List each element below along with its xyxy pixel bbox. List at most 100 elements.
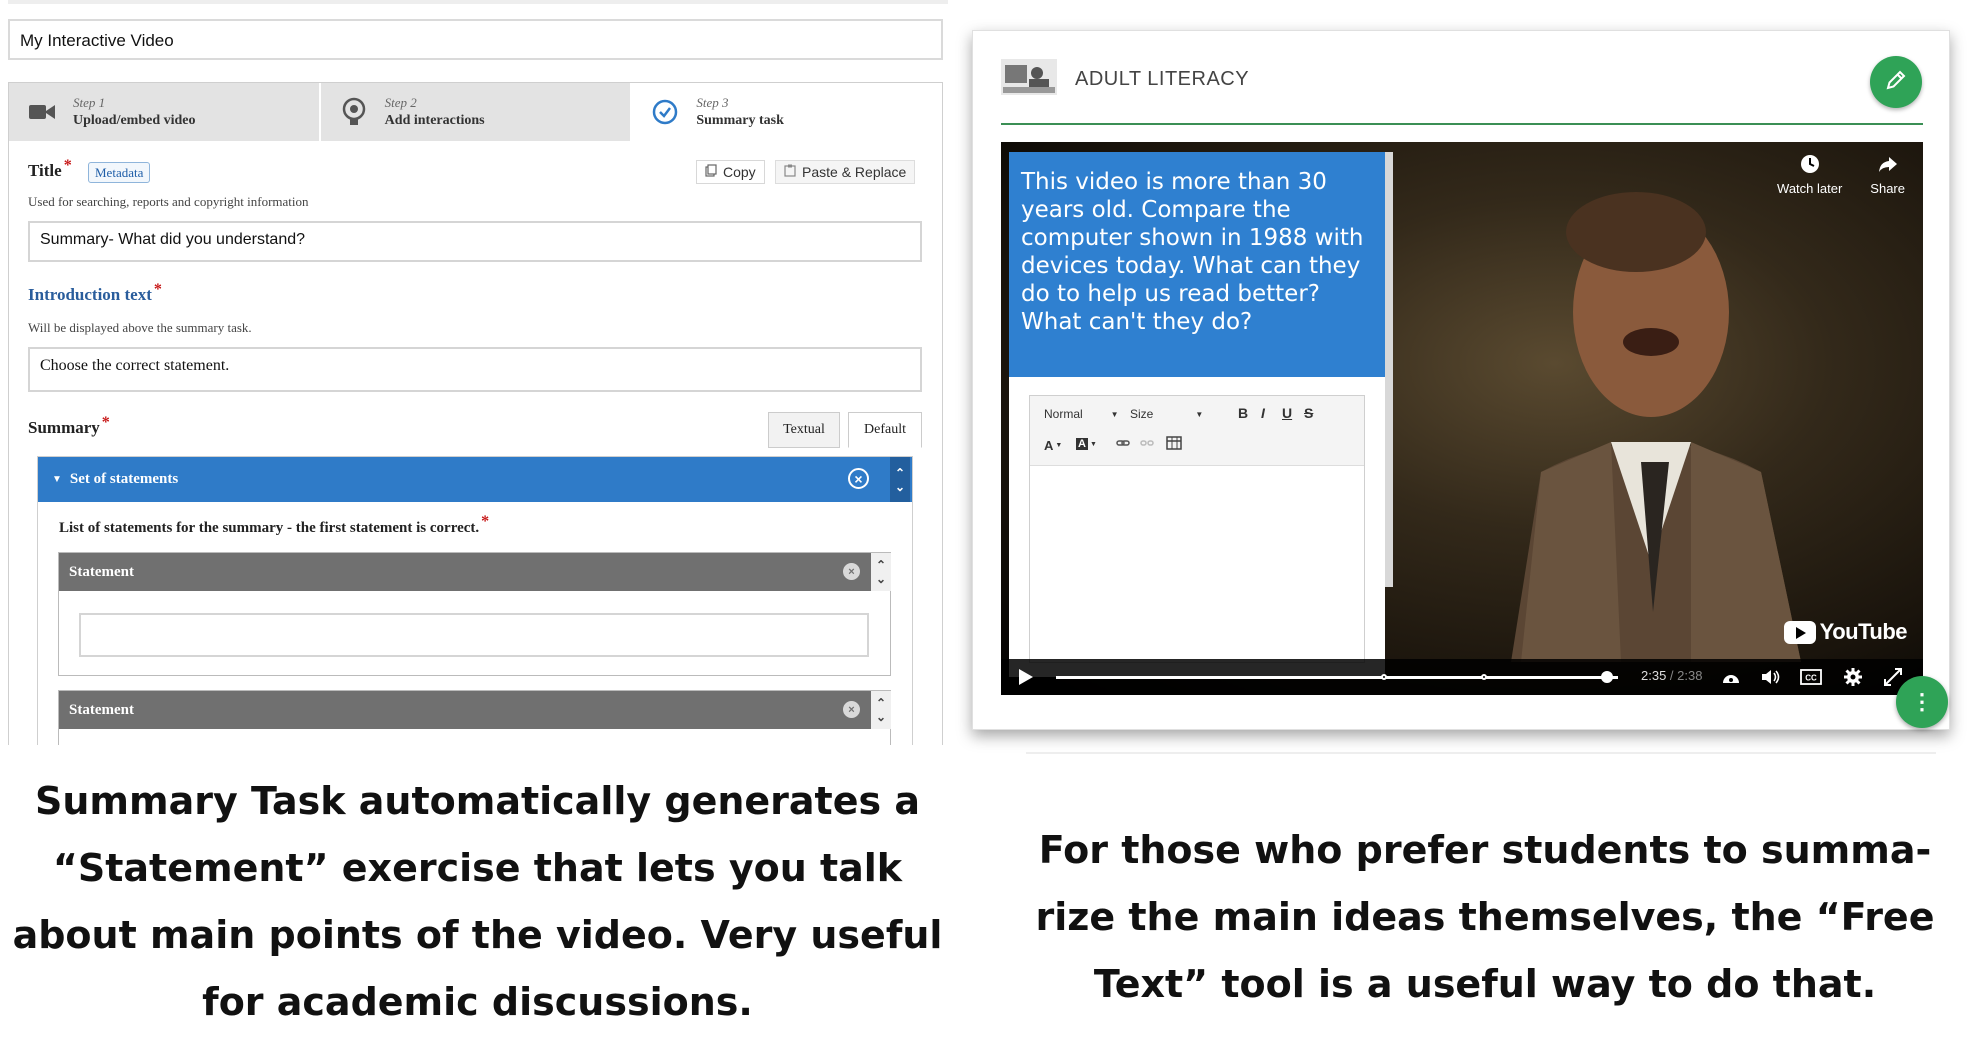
step-tab-summary[interactable]: Step 3 Summary task <box>632 83 943 141</box>
free-text-answer-panel: Normal ▼ Size ▼ B I U S A ▼ A ▼ <box>1009 377 1385 677</box>
course-thumbnail-icon <box>1001 59 1057 100</box>
video-frame-speaker <box>1511 192 1801 662</box>
reorder-arrows-icon[interactable]: ⌃ ⌄ <box>890 457 910 502</box>
video-title-field[interactable]: My Interactive Video <box>8 19 943 60</box>
strike-button[interactable]: S <box>1304 405 1313 421</box>
top-strip <box>8 0 948 4</box>
volume-icon[interactable] <box>1759 665 1783 689</box>
time-separator: / <box>1666 668 1678 683</box>
caption-free-text: For those who prefer students to summa- … <box>1035 828 1935 1006</box>
card-title: ADULT LITERACY <box>1075 68 1250 90</box>
intro-label: Introduction text * <box>28 281 162 305</box>
metadata-button[interactable]: Metadata <box>88 162 151 183</box>
statements-list-label: List of statements for the summary - the… <box>59 513 489 537</box>
statement-header[interactable]: Statement × ⌃ ⌄ <box>59 691 891 729</box>
step-number: Step 1 <box>73 95 106 110</box>
set-of-statements-header[interactable]: ▼ Set of statements × ⌃ ⌄ <box>38 457 912 502</box>
remove-statement-icon[interactable]: × <box>843 563 860 580</box>
intro-label-text: Introduction text <box>28 285 152 304</box>
size-dropdown[interactable]: Size ▼ <box>1130 407 1203 421</box>
statement-header[interactable]: Statement × ⌃ ⌄ <box>59 553 891 591</box>
caption-divider <box>1026 752 1936 754</box>
required-mark: * <box>153 281 162 298</box>
required-mark: * <box>101 414 110 431</box>
summary-label-text: Summary <box>28 418 100 437</box>
share-arrow-icon <box>1878 154 1898 177</box>
unlink-icon[interactable] <box>1140 438 1154 448</box>
italic-button[interactable]: I <box>1261 405 1265 421</box>
title-label: Title * <box>28 157 72 181</box>
paste-replace-button[interactable]: Paste & Replace <box>775 160 916 184</box>
interactive-video-card: ADULT LITERACY Watch later Share YouTube… <box>972 30 1950 730</box>
video-camera-icon <box>27 97 57 127</box>
progress-bar[interactable] <box>1056 671 1618 683</box>
settings-gear-icon[interactable] <box>1841 665 1865 689</box>
time-current: 2:35 <box>1641 668 1667 683</box>
overlay-scrollbar[interactable] <box>1385 152 1393 587</box>
title-input[interactable]: Summary- What did you understand? <box>28 221 922 262</box>
remove-icon[interactable]: × <box>848 468 869 489</box>
reorder-arrows-icon[interactable]: ⌃ ⌄ <box>871 691 891 729</box>
playback-speed-icon[interactable] <box>1719 665 1743 689</box>
statement-input[interactable] <box>79 613 869 657</box>
summary-label: Summary * <box>28 414 110 438</box>
rich-text-editor[interactable]: Normal ▼ Size ▼ B I U S A ▼ A ▼ <box>1029 395 1365 663</box>
underline-button[interactable]: U <box>1282 405 1292 421</box>
more-options-button[interactable]: ⋮ <box>1896 676 1948 728</box>
table-icon[interactable] <box>1166 436 1182 450</box>
header-divider <box>1001 123 1923 125</box>
set-label: Set of statements <box>69 471 179 487</box>
play-icon[interactable] <box>1013 665 1037 689</box>
mode-textual-button[interactable]: Textual <box>768 412 840 448</box>
reorder-arrows-icon[interactable]: ⌃ ⌄ <box>871 553 891 591</box>
check-circle-icon <box>650 97 680 127</box>
background-color-icon[interactable]: A ▼ <box>1076 438 1097 450</box>
card-header: ADULT LITERACY <box>1001 59 1249 100</box>
edit-button[interactable] <box>1870 56 1922 108</box>
statement-item: Statement × ⌃ ⌄ <box>58 552 891 676</box>
collapse-triangle-icon: ▼ <box>52 474 62 485</box>
statement-item: Statement × ⌃ ⌄ <box>58 690 891 745</box>
intro-input[interactable]: Choose the correct statement. <box>28 347 922 392</box>
time-display: 2:35 / 2:38 <box>1641 668 1702 683</box>
interaction-marker[interactable] <box>1481 674 1487 680</box>
youtube-play-icon <box>1783 620 1816 644</box>
mode-default-button[interactable]: Default <box>848 412 922 448</box>
statement-label: Statement <box>69 701 134 718</box>
step-tab-upload[interactable]: Step 1 Upload/embed video <box>9 83 321 141</box>
copy-button[interactable]: Copy <box>696 160 765 184</box>
question-bubble: This video is more than 30 years old. Co… <box>1009 152 1385 387</box>
share-button[interactable]: Share <box>1870 154 1905 196</box>
interactions-icon <box>339 97 369 127</box>
link-icon[interactable] <box>1116 438 1130 448</box>
clock-icon <box>1800 154 1820 177</box>
vertical-dots-icon: ⋮ <box>1911 689 1933 714</box>
step-name: Add interactions <box>384 113 485 128</box>
step-name: Upload/embed video <box>73 113 196 128</box>
caption-summary-task: Summary Task automatically generates a “… <box>12 779 943 1024</box>
title-description: Used for searching, reports and copyrigh… <box>28 194 309 209</box>
watch-later-button[interactable]: Watch later <box>1777 154 1842 196</box>
statement-label: Statement <box>69 563 134 580</box>
step-tab-interactions[interactable]: Step 2 Add interactions <box>320 83 633 141</box>
watch-later-label: Watch later <box>1777 181 1843 196</box>
youtube-top-actions: Watch later Share <box>1777 154 1905 196</box>
format-label: Normal <box>1044 407 1083 421</box>
time-total: 2:38 <box>1677 668 1703 683</box>
video-player[interactable]: Watch later Share YouTube This video is … <box>1001 142 1923 695</box>
captions-icon[interactable]: CC <box>1799 665 1823 689</box>
interaction-marker[interactable] <box>1381 674 1387 680</box>
h5p-editor-panel: My Interactive Video Step 1 Upload/embed… <box>0 0 960 745</box>
list-label-text: List of statements for the summary - the… <box>59 520 480 536</box>
progress-knob[interactable] <box>1600 671 1613 683</box>
format-dropdown[interactable]: Normal ▼ <box>1044 407 1119 421</box>
copy-label: Copy <box>723 164 756 180</box>
rte-toolbar: Normal ▼ Size ▼ B I U S A ▼ A ▼ <box>1030 396 1364 466</box>
remove-statement-icon[interactable]: × <box>843 701 860 718</box>
bold-button[interactable]: B <box>1238 405 1248 421</box>
video-controls-bar: 2:35 / 2:38 CC <box>1001 659 1923 695</box>
text-color-icon[interactable]: A ▼ <box>1044 438 1062 453</box>
step-number: Step 2 <box>384 95 417 110</box>
youtube-logo[interactable]: YouTube <box>1783 619 1908 645</box>
step-name: Summary task <box>696 113 784 128</box>
